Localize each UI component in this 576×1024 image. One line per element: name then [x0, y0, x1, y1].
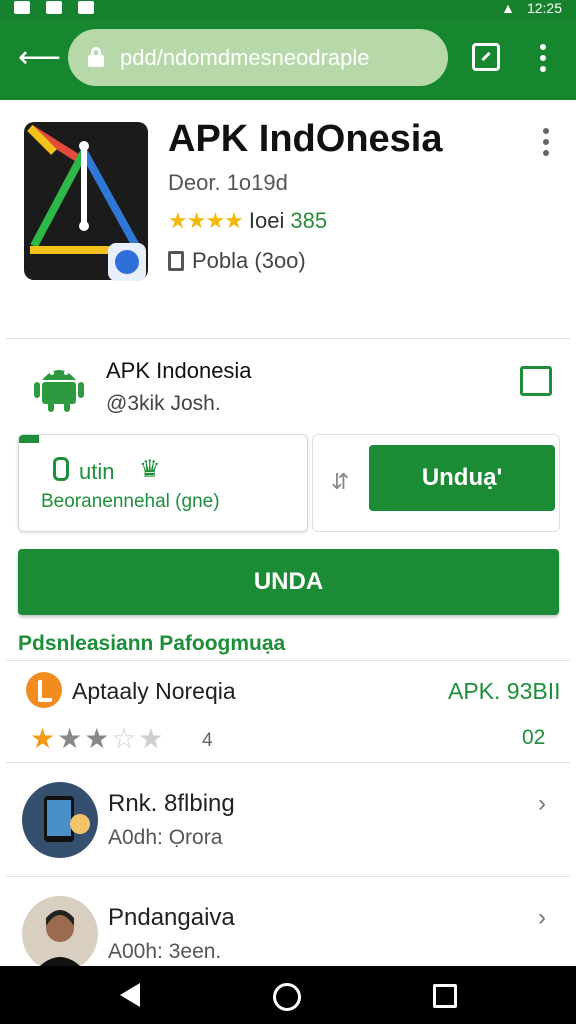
recommended-extra: 02 — [522, 726, 546, 749]
recommended-rating: 4 — [202, 730, 213, 751]
url-bar[interactable]: pdd/ndomdmesneodraple — [68, 29, 448, 86]
recommended-app-name: Aptaaly Noreqia — [72, 678, 236, 704]
download-card: ⇵ Unduạ' — [312, 434, 560, 532]
chevron-right-icon: › — [538, 790, 546, 817]
avatar — [22, 782, 98, 858]
verified-badge-icon — [108, 243, 146, 281]
rating-stars-icon: ★★★★ — [168, 208, 244, 233]
status-time: 12:25 — [526, 0, 562, 16]
chevron-right-icon: › — [538, 904, 546, 931]
app-developer: Deor. 1o19d — [168, 170, 288, 195]
url-text: pdd/ndomdmesneodraple — [120, 45, 370, 70]
avatar — [22, 896, 98, 972]
app-header: APK IndOnesia Deor. 1o19d ★★★★ Ioei 385 … — [6, 100, 570, 338]
browser-toolbar: ⟵ pdd/ndomdmesneodraple — [0, 18, 576, 100]
card-corner-accent — [19, 435, 39, 443]
recommended-app-price: APK. 93BII — [448, 678, 561, 704]
overflow-menu-icon[interactable] — [532, 40, 552, 76]
nav-recents-icon[interactable] — [433, 984, 457, 1008]
option-card[interactable]: utin ♛ Beoranennehal (gne) — [18, 434, 308, 532]
option-subtitle: Beoranennehal (gne) — [41, 491, 220, 512]
status-bar: ▲ 12:25 — [0, 0, 576, 18]
app-title: APK IndOnesia — [168, 118, 443, 160]
divider — [6, 762, 570, 763]
mail-icon[interactable] — [520, 366, 552, 396]
rating-stars-icon: ★★★☆★ — [30, 723, 166, 754]
app-overflow-menu-icon[interactable] — [536, 126, 556, 158]
developer-subtitle: @3kik Josh. — [106, 392, 221, 415]
notification-icon — [46, 1, 62, 14]
music-app-icon — [26, 672, 62, 708]
shopping-bag-icon — [168, 251, 184, 271]
nav-home-icon[interactable] — [273, 983, 301, 1011]
crown-icon: ♛ — [139, 456, 161, 483]
download-main-button[interactable]: UNDA — [18, 549, 559, 615]
divider — [6, 338, 570, 339]
lock-icon — [53, 457, 69, 481]
developer-row[interactable]: APK Indonesia @3kik Josh. — [6, 340, 570, 432]
list-item-subtitle: A0dh: Ọrora — [108, 826, 223, 849]
divider — [6, 876, 570, 877]
system-nav-bar — [0, 966, 576, 1024]
android-robot-icon — [30, 356, 88, 414]
link-icon: ⇵ — [331, 469, 350, 494]
publisher-row: Pobla (3oo) — [168, 248, 306, 274]
list-item[interactable]: Rnk. 8flbing A0dh: Ọrora › — [6, 764, 570, 876]
notification-icon — [78, 1, 94, 14]
section-title: Pdsnleasiann Pafoogmuạa — [18, 632, 286, 655]
back-arrow-icon[interactable]: ⟵ — [18, 40, 61, 76]
option-title: utin — [79, 459, 115, 484]
list-item-subtitle: A00h: 3een. — [108, 940, 222, 963]
tab-switcher-icon[interactable] — [472, 43, 500, 71]
lock-icon — [88, 47, 104, 67]
recommended-app-row[interactable]: Aptaaly Noreqia APK. 93BII ★★★☆★ 4 02 — [6, 660, 570, 760]
developer-name: APK Indonesia — [106, 358, 252, 383]
signal-icon: ▲ — [501, 0, 515, 16]
notification-icon — [14, 1, 30, 14]
list-item-title: Pndangaiva — [108, 904, 235, 931]
app-rating: ★★★★ Ioei 385 — [168, 208, 328, 233]
nav-back-icon[interactable] — [120, 983, 140, 1007]
download-button[interactable]: Unduạ' — [369, 445, 555, 511]
list-item-title: Rnk. 8flbing — [108, 790, 235, 817]
